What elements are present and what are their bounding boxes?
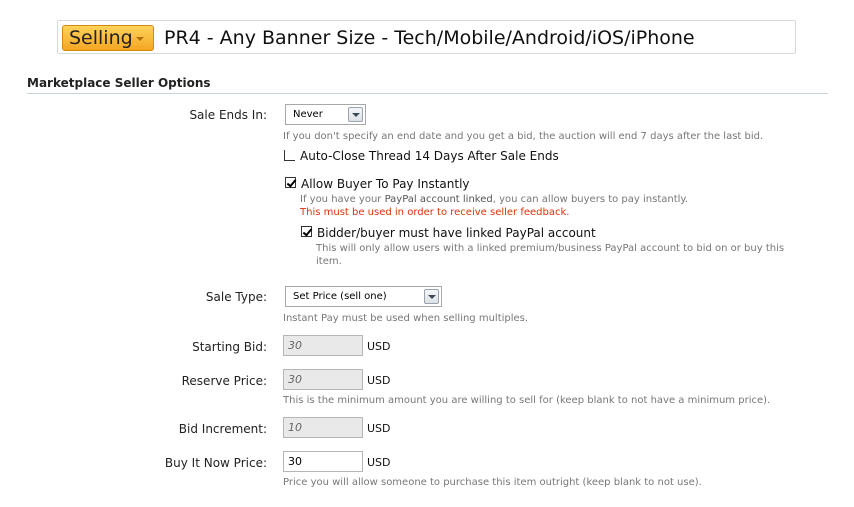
reserve-price-unit: USD xyxy=(367,374,391,387)
linked-paypal-label[interactable]: Bidder/buyer must have linked PayPal acc… xyxy=(317,226,596,240)
instant-pay-help-pre: If you have your xyxy=(300,194,385,205)
section-heading: Marketplace Seller Options xyxy=(27,76,211,90)
paypal-account-link[interactable]: PayPal account linked xyxy=(385,194,493,205)
chevron-down-icon xyxy=(424,289,439,304)
linked-paypal-checkbox[interactable] xyxy=(301,226,312,237)
instant-pay-warning: This must be used in order to receive se… xyxy=(300,207,570,218)
sale-ends-label: Sale Ends In: xyxy=(189,108,267,122)
bid-increment-label: Bid Increment: xyxy=(178,422,267,436)
sale-type-select[interactable]: Set Price (sell one) xyxy=(285,286,442,307)
thread-prefix-button[interactable]: Selling xyxy=(62,25,154,51)
thread-title-bar: Selling PR4 - Any Banner Size - Tech/Mob… xyxy=(57,20,796,54)
linked-paypal-help-line2: item. xyxy=(316,256,342,267)
sale-ends-value: Never xyxy=(293,109,323,120)
section-divider xyxy=(27,93,828,94)
starting-bid-input[interactable]: 30 xyxy=(283,335,363,356)
linked-paypal-help-line1: This will only allow users with a linked… xyxy=(316,243,785,254)
auto-close-label[interactable]: Auto-Close Thread 14 Days After Sale End… xyxy=(300,149,559,163)
reserve-price-label: Reserve Price: xyxy=(181,374,267,388)
bid-increment-input[interactable]: 10 xyxy=(283,417,363,438)
instant-pay-label[interactable]: Allow Buyer To Pay Instantly xyxy=(301,177,470,191)
reserve-price-input[interactable]: 30 xyxy=(283,369,363,390)
sale-ends-help: If you don't specify an end date and you… xyxy=(283,131,764,142)
instant-pay-checkbox[interactable] xyxy=(285,177,296,188)
chevron-down-icon xyxy=(136,37,144,41)
buy-it-now-input[interactable]: 30 xyxy=(283,451,363,472)
auto-close-checkbox[interactable] xyxy=(284,150,295,161)
chevron-down-icon xyxy=(348,107,363,122)
reserve-price-help: This is the minimum amount you are willi… xyxy=(283,395,771,406)
sale-type-value: Set Price (sell one) xyxy=(293,291,387,302)
starting-bid-unit: USD xyxy=(367,340,391,353)
buy-it-now-label: Buy It Now Price: xyxy=(164,456,267,470)
sale-type-label: Sale Type: xyxy=(205,290,267,304)
sale-type-help: Instant Pay must be used when selling mu… xyxy=(283,313,529,324)
instant-pay-help: If you have your PayPal account linked, … xyxy=(300,194,688,205)
sale-ends-select[interactable]: Never xyxy=(285,104,366,125)
buy-it-now-help: Price you will allow someone to purchase… xyxy=(283,477,702,488)
thread-title-text[interactable]: PR4 - Any Banner Size - Tech/Mobile/Andr… xyxy=(164,24,695,52)
starting-bid-label: Starting Bid: xyxy=(192,340,267,354)
buy-it-now-unit: USD xyxy=(367,456,391,469)
bid-increment-unit: USD xyxy=(367,422,391,435)
instant-pay-help-post: , you can allow buyers to pay instantly. xyxy=(492,194,689,205)
thread-prefix-label: Selling xyxy=(69,27,133,49)
